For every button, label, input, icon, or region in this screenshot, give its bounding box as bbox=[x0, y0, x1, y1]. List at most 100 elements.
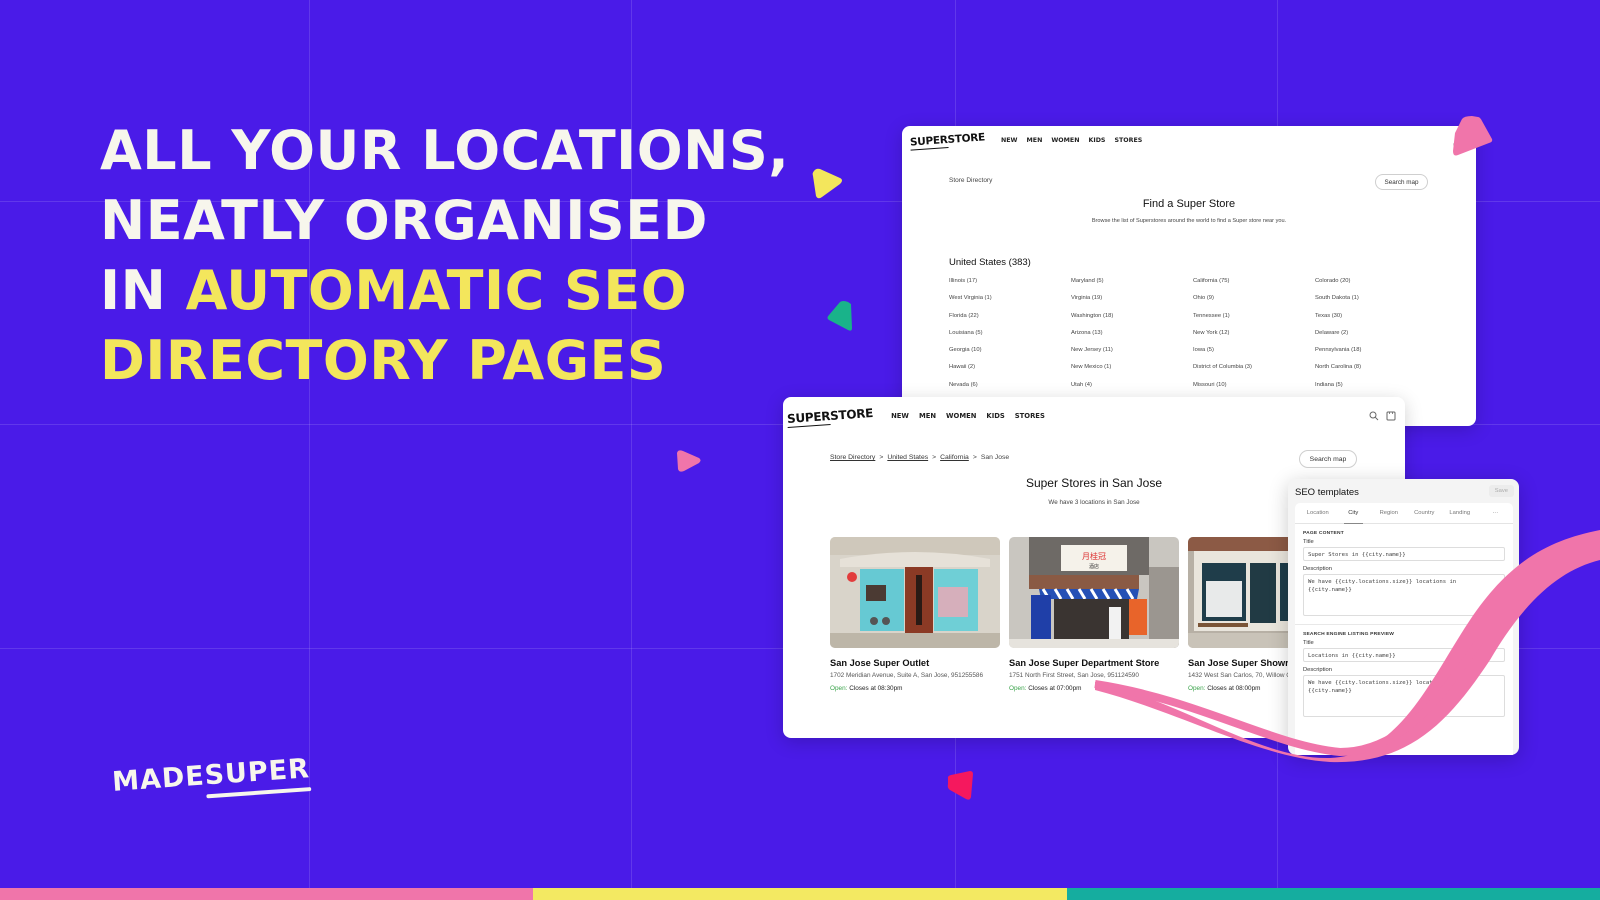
nav-new[interactable]: NEW bbox=[891, 412, 909, 420]
store-name[interactable]: San Jose Super Outlet bbox=[830, 658, 1000, 668]
state-link[interactable]: Pennsylvania (18) bbox=[1315, 347, 1437, 354]
state-link[interactable]: Nevada (6) bbox=[949, 382, 1071, 389]
open-status: Open: bbox=[830, 684, 848, 692]
state-link[interactable]: Ohio (9) bbox=[1193, 295, 1315, 302]
page-title: Find a Super Store bbox=[1142, 198, 1236, 210]
superstore-logo[interactable]: SUPERSTORE bbox=[787, 406, 874, 426]
nav-stores[interactable]: STORES bbox=[1114, 137, 1142, 144]
nav-women[interactable]: WOMEN bbox=[1051, 137, 1079, 144]
state-link[interactable]: Tennessee (1) bbox=[1193, 313, 1315, 320]
tab-region[interactable]: Region bbox=[1371, 503, 1407, 523]
tab-city[interactable]: City bbox=[1336, 503, 1372, 524]
store-card[interactable]: 月桂冠 酒店 San Jose Super Department Store 1… bbox=[1009, 537, 1179, 692]
nav-stores[interactable]: STORES bbox=[1015, 412, 1045, 420]
page-description-textarea[interactable]: We have {{city.locations.size}} location… bbox=[1303, 574, 1505, 616]
store-name[interactable]: San Jose Super Department Store bbox=[1009, 658, 1179, 668]
nav-kids[interactable]: KIDS bbox=[986, 412, 1004, 420]
yellow-stripe bbox=[533, 888, 1067, 900]
seo-templates-panel: SEO templates Save Location City Region … bbox=[1288, 479, 1519, 755]
superstore-logo[interactable]: SUPERSTORE bbox=[910, 131, 986, 148]
logo-part-store: STORE bbox=[829, 406, 874, 423]
nav-men[interactable]: MEN bbox=[1027, 137, 1043, 144]
store-photo: 月桂冠 酒店 bbox=[1009, 537, 1179, 648]
listing-title-input[interactable]: Locations in {{city.name}} bbox=[1303, 648, 1505, 662]
headline-highlight: AUTOMATIC SEO bbox=[185, 259, 688, 322]
store-card[interactable]: San Jose Super Outlet 1702 Meridian Aven… bbox=[830, 537, 1000, 692]
headline: ALL YOUR LOCATIONS, NEATLY ORGANISED IN … bbox=[100, 116, 789, 396]
pink-shape-icon bbox=[677, 450, 701, 472]
logo-text-super: SUPER bbox=[204, 753, 312, 799]
state-link[interactable]: Arizona (13) bbox=[1071, 330, 1193, 337]
top-nav: SUPERSTORE NEW MEN WOMEN KIDS STORES bbox=[910, 131, 1143, 148]
more-tabs-button[interactable]: ··· bbox=[1478, 503, 1514, 523]
state-link[interactable]: Delaware (2) bbox=[1315, 330, 1437, 337]
state-link[interactable]: North Carolina (8) bbox=[1315, 364, 1437, 371]
state-link[interactable]: Missouri (10) bbox=[1193, 382, 1315, 389]
nav-men[interactable]: MEN bbox=[919, 412, 936, 420]
state-link[interactable]: California (75) bbox=[1193, 278, 1315, 285]
state-link[interactable]: Indiana (5) bbox=[1315, 382, 1437, 389]
country-heading[interactable]: United States (383) bbox=[949, 257, 1031, 268]
section-divider bbox=[1295, 624, 1513, 625]
breadcrumb-link[interactable]: Store Directory bbox=[830, 454, 875, 461]
state-link[interactable]: New York (12) bbox=[1193, 330, 1315, 337]
listing-description-textarea[interactable]: We have {{city.locations.size}} location… bbox=[1303, 675, 1505, 717]
tab-country[interactable]: Country bbox=[1407, 503, 1443, 523]
teal-shape-icon bbox=[827, 301, 852, 331]
logo-part-super: SUPER bbox=[909, 134, 948, 149]
headline-line-3: IN AUTOMATIC SEO bbox=[100, 256, 789, 326]
nav-kids[interactable]: KIDS bbox=[1088, 137, 1105, 144]
open-status: Open: bbox=[1009, 684, 1027, 692]
state-link[interactable]: Louisiana (5) bbox=[949, 330, 1071, 337]
breadcrumb-link[interactable]: California bbox=[940, 454, 969, 461]
store-hours: Open: Closes at 08:30pm bbox=[830, 685, 1000, 692]
search-map-button[interactable]: Search map bbox=[1375, 174, 1428, 190]
search-map-button[interactable]: Search map bbox=[1299, 450, 1357, 468]
state-link[interactable]: New Mexico (1) bbox=[1071, 364, 1193, 371]
headline-plain: IN bbox=[100, 259, 186, 322]
state-link[interactable]: Colorado (20) bbox=[1315, 278, 1437, 285]
title-label: Title bbox=[1303, 539, 1314, 545]
state-link[interactable]: Washington (18) bbox=[1071, 313, 1193, 320]
search-icon[interactable] bbox=[1369, 411, 1379, 421]
nav-new[interactable]: NEW bbox=[1001, 137, 1018, 144]
description-label: Description bbox=[1303, 566, 1332, 572]
state-link[interactable]: Utah (4) bbox=[1071, 382, 1193, 389]
storefront-image: 月桂冠 酒店 bbox=[1009, 537, 1179, 648]
svg-text:酒店: 酒店 bbox=[1089, 563, 1099, 570]
store-hours: Open: Closes at 07:00pm bbox=[1009, 685, 1179, 692]
state-link[interactable]: Virginia (19) bbox=[1071, 295, 1193, 302]
breadcrumb-separator: > bbox=[932, 454, 937, 461]
logo-part-store: STORE bbox=[947, 131, 986, 146]
state-link[interactable]: Iowa (5) bbox=[1193, 347, 1315, 354]
state-link[interactable]: Florida (22) bbox=[949, 313, 1071, 320]
state-link[interactable]: Hawaii (2) bbox=[949, 364, 1071, 371]
state-link[interactable]: District of Columbia (3) bbox=[1193, 364, 1315, 371]
state-link[interactable]: New Jersey (11) bbox=[1071, 347, 1193, 354]
state-link[interactable]: Maryland (5) bbox=[1071, 278, 1193, 285]
shopping-bag-icon[interactable] bbox=[1386, 410, 1396, 421]
state-link[interactable]: Georgia (10) bbox=[949, 347, 1071, 354]
open-status: Open: bbox=[1188, 684, 1206, 692]
logo-part-super: SUPER bbox=[786, 409, 831, 426]
breadcrumb: Store Directory > United States > California… bbox=[830, 454, 1009, 461]
nav-items: NEW MEN WOMEN KIDS STORES bbox=[1001, 137, 1142, 144]
breadcrumb[interactable]: Store Directory bbox=[949, 177, 992, 184]
breadcrumb-separator: > bbox=[972, 454, 977, 461]
svg-text:月桂冠: 月桂冠 bbox=[1082, 551, 1106, 561]
tab-landing[interactable]: Landing bbox=[1442, 503, 1478, 523]
nav-women[interactable]: WOMEN bbox=[946, 412, 976, 420]
title-label: Title bbox=[1303, 640, 1314, 646]
color-stripes bbox=[0, 888, 1600, 900]
state-link[interactable]: Illinois (17) bbox=[949, 278, 1071, 285]
state-link[interactable]: South Dakota (1) bbox=[1315, 295, 1437, 302]
page-subtitle: Browse the list of Superstores around th… bbox=[1091, 218, 1287, 224]
state-link[interactable]: West Virginia (1) bbox=[949, 295, 1071, 302]
breadcrumb-link[interactable]: United States bbox=[887, 454, 928, 461]
state-link[interactable]: Texas (30) bbox=[1315, 313, 1437, 320]
save-button[interactable]: Save bbox=[1488, 485, 1514, 497]
page-title-input[interactable]: Super Stores in {{city.name}} bbox=[1303, 547, 1505, 561]
tab-location[interactable]: Location bbox=[1300, 503, 1336, 523]
page-content-section-label: PAGE CONTENT bbox=[1303, 531, 1344, 536]
red-shape-icon bbox=[947, 771, 973, 800]
